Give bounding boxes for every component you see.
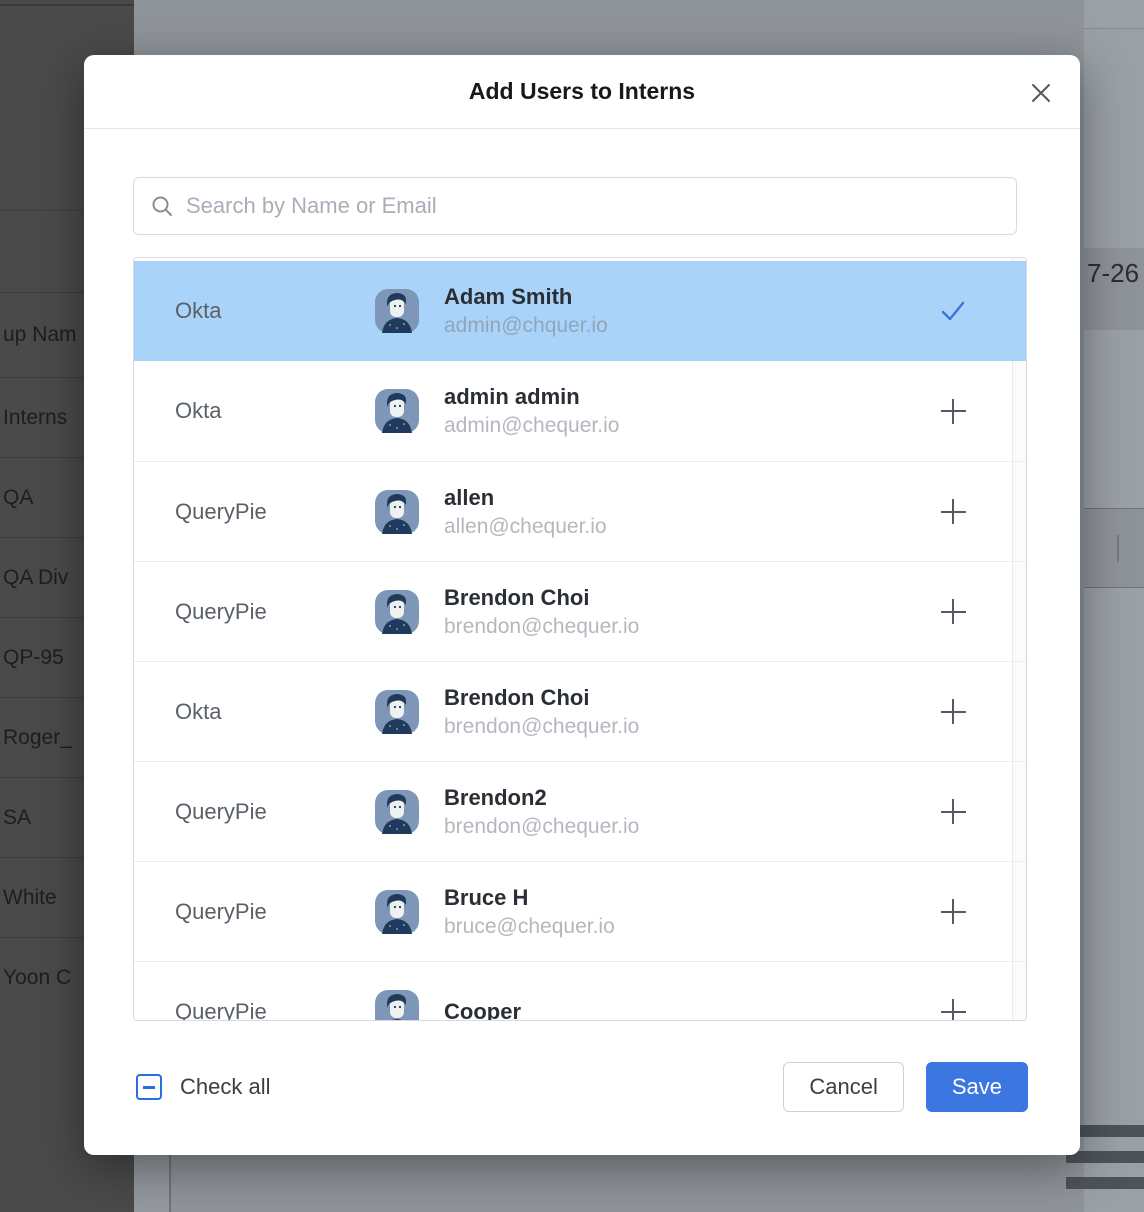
user-avatar bbox=[375, 790, 419, 834]
user-source-label: Okta bbox=[175, 298, 375, 324]
divider bbox=[1117, 535, 1119, 562]
user-avatar bbox=[375, 490, 419, 534]
user-name: Brendon Choi bbox=[444, 583, 639, 613]
user-row[interactable]: QueryPie Cooper bbox=[134, 961, 1026, 1021]
close-icon[interactable] bbox=[1028, 80, 1054, 106]
cancel-button[interactable]: Cancel bbox=[783, 1062, 903, 1112]
plus-icon[interactable] bbox=[941, 899, 966, 924]
user-name: Bruce H bbox=[444, 883, 615, 913]
modal-header: Add Users to Interns bbox=[84, 55, 1080, 129]
table-cell bbox=[1084, 508, 1144, 588]
user-email: brendon@chequer.io bbox=[444, 713, 639, 741]
user-avatar bbox=[375, 590, 419, 634]
plus-icon[interactable] bbox=[941, 999, 966, 1021]
date-fragment: 7-26 bbox=[1084, 248, 1144, 330]
user-email: brendon@chequer.io bbox=[444, 613, 639, 641]
search-box bbox=[133, 177, 1017, 235]
user-row[interactable]: Okta admin admin admin@chequer.io bbox=[134, 361, 1026, 461]
add-users-modal: Add Users to Interns Okta bbox=[84, 55, 1080, 1155]
user-row[interactable]: QueryPie Brendon2 brendon@chequer.io bbox=[134, 761, 1026, 861]
plus-icon[interactable] bbox=[941, 599, 966, 624]
user-email: admin@chequer.io bbox=[444, 412, 619, 440]
check-icon[interactable] bbox=[939, 297, 967, 325]
check-all-label: Check all bbox=[180, 1074, 270, 1100]
modal-title: Add Users to Interns bbox=[469, 78, 695, 105]
user-name: Adam Smith bbox=[444, 282, 608, 312]
user-source-label: QueryPie bbox=[175, 499, 375, 525]
search-input[interactable] bbox=[186, 193, 1000, 219]
plus-icon[interactable] bbox=[941, 699, 966, 724]
user-source-label: QueryPie bbox=[175, 799, 375, 825]
check-all-checkbox[interactable]: Check all bbox=[136, 1074, 270, 1100]
user-source-label: QueryPie bbox=[175, 599, 375, 625]
search-icon bbox=[150, 194, 174, 218]
user-source-label: QueryPie bbox=[175, 899, 375, 925]
user-name: allen bbox=[444, 483, 607, 513]
user-avatar bbox=[375, 890, 419, 934]
dimmed-right-panel: 7-26 bbox=[1084, 0, 1144, 1212]
user-email: allen@chequer.io bbox=[444, 513, 607, 541]
user-name: Brendon Choi bbox=[444, 683, 639, 713]
indeterminate-checkbox-icon[interactable] bbox=[136, 1074, 162, 1100]
user-row[interactable]: QueryPie Bruce H bruce@chequer.io bbox=[134, 861, 1026, 961]
user-email: admin@chquer.io bbox=[444, 312, 608, 340]
plus-icon[interactable] bbox=[941, 499, 966, 524]
user-name: admin admin bbox=[444, 382, 619, 412]
user-email: brendon@chequer.io bbox=[444, 813, 639, 841]
user-email: bruce@chequer.io bbox=[444, 913, 615, 941]
user-avatar bbox=[375, 990, 419, 1022]
dimmed-table-row bbox=[1066, 1177, 1144, 1189]
user-source-label: Okta bbox=[175, 398, 375, 424]
user-avatar bbox=[375, 289, 419, 333]
user-source-label: Okta bbox=[175, 699, 375, 725]
plus-icon[interactable] bbox=[941, 799, 966, 824]
save-button[interactable]: Save bbox=[926, 1062, 1028, 1112]
dimmed-column bbox=[134, 1155, 171, 1212]
user-row[interactable]: Okta Brendon Choi brendon@chequer.io bbox=[134, 661, 1026, 761]
divider bbox=[1084, 28, 1144, 29]
user-name: Cooper bbox=[444, 997, 521, 1022]
user-row[interactable]: QueryPie allen allen@chequer.io bbox=[134, 461, 1026, 561]
user-source-label: QueryPie bbox=[175, 999, 375, 1022]
user-name: Brendon2 bbox=[444, 783, 639, 813]
dimmed-table-row bbox=[1066, 1151, 1144, 1163]
user-avatar bbox=[375, 690, 419, 734]
user-row[interactable]: Okta Adam Smith admin@chquer.io bbox=[134, 261, 1026, 361]
plus-icon[interactable] bbox=[941, 399, 966, 424]
user-list: Okta Adam Smith admin@chquer.io Okta bbox=[133, 257, 1027, 1021]
user-avatar bbox=[375, 389, 419, 433]
user-row[interactable]: QueryPie Brendon Choi brendon@chequer.io bbox=[134, 561, 1026, 661]
modal-footer: Check all Cancel Save bbox=[136, 1062, 1028, 1112]
divider bbox=[0, 4, 134, 6]
